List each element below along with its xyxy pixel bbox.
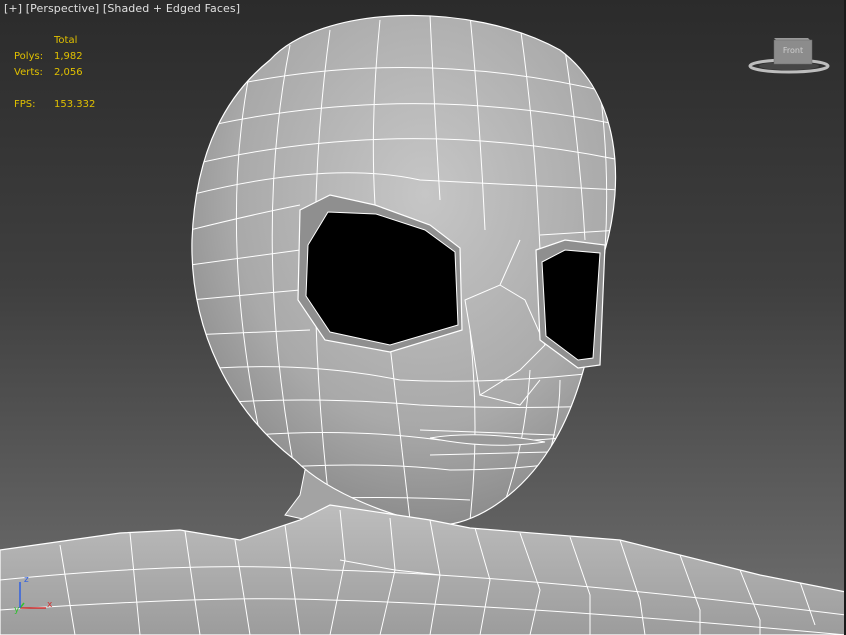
viewport-label-menus: [+] [Perspective] [Shaded + Edged Faces] bbox=[4, 2, 240, 15]
stats-fps-value: 153.332 bbox=[54, 99, 96, 110]
viewport-point-of-view-menu[interactable]: [Perspective] bbox=[26, 2, 100, 15]
axis-x-label: x bbox=[47, 600, 53, 610]
viewcube[interactable]: Front bbox=[748, 30, 830, 76]
mesh-render bbox=[0, 14, 846, 635]
stats-verts-label: Verts: bbox=[14, 67, 43, 78]
viewport-shading-menu[interactable]: [Shaded + Edged Faces] bbox=[103, 2, 240, 15]
viewcube-front-label: Front bbox=[783, 46, 803, 55]
axis-y-label: y bbox=[14, 605, 20, 615]
stats-polys-value: 1,982 bbox=[54, 51, 83, 62]
axis-tripod: x y z bbox=[14, 575, 53, 615]
stats-verts-value: 2,056 bbox=[54, 67, 83, 78]
stats-total-label: Total bbox=[54, 35, 78, 46]
viewport-statistics: Total Polys: 1,982 Verts: 2,056 FPS: 153… bbox=[14, 33, 95, 113]
stats-polys-label: Polys: bbox=[14, 51, 44, 62]
shoulders-mesh bbox=[0, 504, 846, 635]
perspective-viewport[interactable]: [+] [Perspective] [Shaded + Edged Faces]… bbox=[0, 0, 846, 635]
stats-fps-label: FPS: bbox=[14, 99, 36, 110]
axis-z-label: z bbox=[24, 575, 29, 585]
viewport-general-menu[interactable]: [+] bbox=[4, 2, 22, 15]
